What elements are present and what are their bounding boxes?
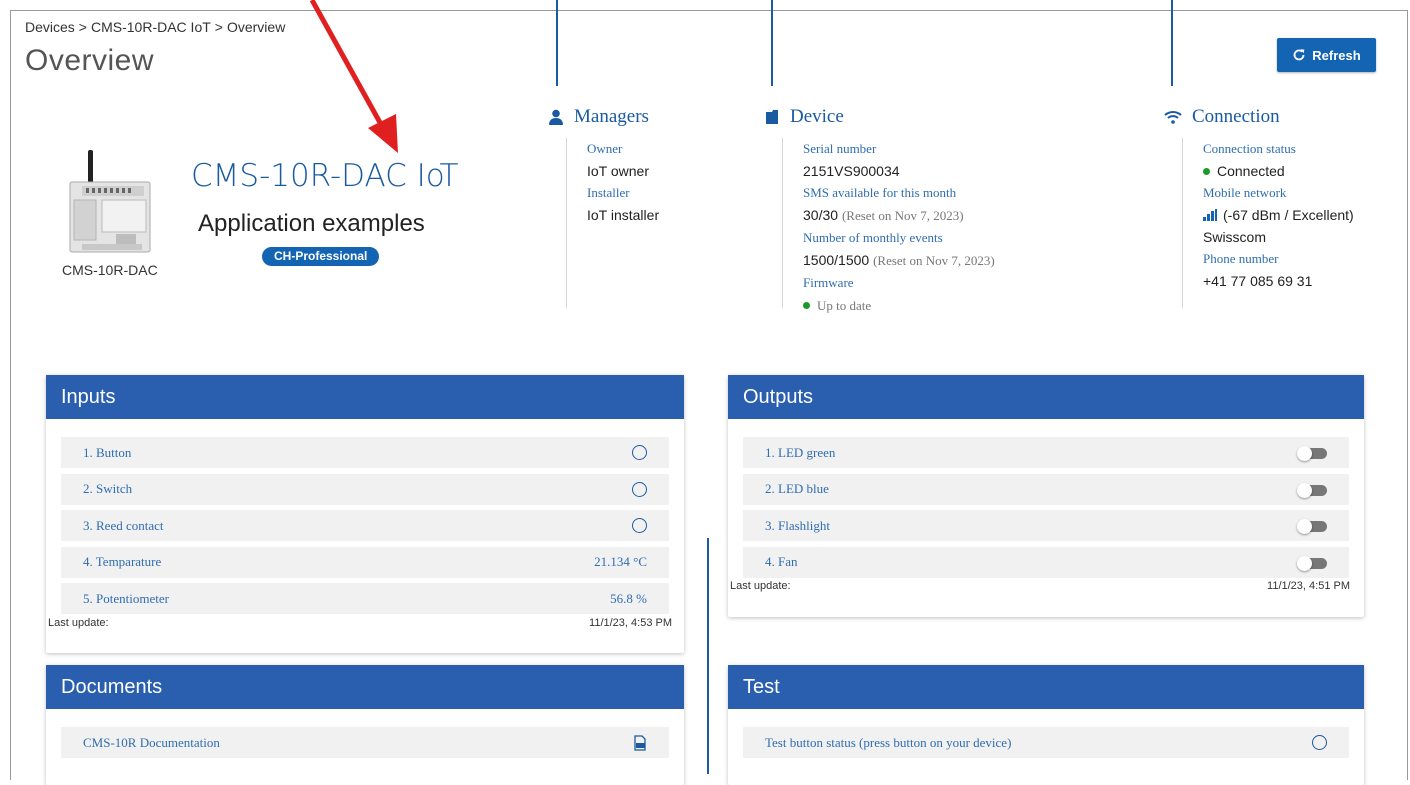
output-toggle[interactable] <box>1297 482 1327 498</box>
input-state-circle-icon <box>632 518 647 533</box>
refresh-label: Refresh <box>1312 47 1361 63</box>
breadcrumb-device[interactable]: CMS-10R-DAC IoT <box>91 19 211 35</box>
input-state-circle-icon <box>632 445 647 460</box>
events-label: Number of monthly events <box>803 230 943 245</box>
mobile-network-signal: (-67 dBm / Excellent) <box>1203 204 1354 226</box>
input-row: 5. Potentiometer 56.8 % <box>61 583 669 614</box>
owner-label: Owner <box>587 141 623 156</box>
firmware-value: Up to date <box>803 294 995 317</box>
input-value: 21.134 °C <box>594 554 647 569</box>
output-row: 1. LED green <box>743 437 1349 468</box>
device-section: Device Serial number 2151VS900034 SMS av… <box>764 106 995 313</box>
refresh-icon <box>1293 49 1305 61</box>
events-value: 1500/1500 (Reset on Nov 7, 2023) <box>803 252 995 268</box>
input-row: 2. Switch <box>61 473 669 505</box>
breadcrumb-separator: > <box>214 19 223 35</box>
breadcrumb-devices[interactable]: Devices <box>25 19 75 35</box>
outputs-title: Outputs <box>728 375 1364 419</box>
outputs-last-update: Last update: 11/1/23, 4:51 PM <box>730 580 1350 592</box>
serial-label: Serial number <box>803 141 877 156</box>
owner-value: IoT owner <box>587 163 649 179</box>
page-title: Overview <box>25 44 155 77</box>
phone-value: +41 77 085 69 31 <box>1203 273 1313 289</box>
output-row: 3. Flashlight <box>743 510 1349 541</box>
device-title: Device <box>790 106 844 127</box>
device-subtitle: Application examples <box>198 210 425 237</box>
output-row: 2. LED blue <box>743 473 1349 505</box>
connection-section: Connection Connection status Connected M… <box>1164 106 1354 308</box>
input-label: 5. Potentiometer <box>83 590 169 606</box>
pdf-icon[interactable] <box>633 734 647 751</box>
output-label: 2. LED blue <box>765 481 829 496</box>
managers-title: Managers <box>574 106 649 127</box>
test-panel: Test Test button status (press button on… <box>728 665 1364 785</box>
inputs-title: Inputs <box>46 375 684 419</box>
device-image-caption: CMS-10R-DAC <box>62 262 158 278</box>
input-state-circle-icon <box>632 481 647 497</box>
person-icon <box>549 109 563 125</box>
status-dot-icon <box>1203 168 1210 175</box>
signal-bars-icon <box>1203 209 1217 221</box>
serial-value: 2151VS900034 <box>803 163 900 179</box>
input-label: 3. Reed contact <box>83 517 164 533</box>
output-row: 4. Fan <box>743 546 1349 578</box>
status-dot-icon <box>803 302 810 309</box>
red-arrow-annotation <box>309 0 398 153</box>
output-toggle[interactable] <box>1297 519 1327 534</box>
refresh-button[interactable]: Refresh <box>1277 38 1376 72</box>
test-row: Test button status (press button on your… <box>743 727 1349 758</box>
breadcrumb-separator: > <box>78 19 87 35</box>
mobile-network-provider: Swisscom <box>1203 229 1267 245</box>
callout-line <box>556 0 558 86</box>
outputs-panel: Outputs 1. LED green 2. LED blue 3. Flas… <box>728 375 1364 617</box>
firmware-label: Firmware <box>803 275 854 290</box>
output-label: 1. LED green <box>765 444 836 460</box>
input-row: 3. Reed contact <box>61 510 669 541</box>
connection-title: Connection <box>1192 106 1280 127</box>
managers-section: Managers Owner IoT owner Installer IoT i… <box>548 106 659 308</box>
sms-label: SMS available for this month <box>803 185 957 200</box>
callout-line <box>771 0 773 86</box>
device-name: CMS-10R-DAC IoT <box>191 158 459 194</box>
document-link[interactable]: CMS-10R Documentation <box>83 735 220 751</box>
output-toggle[interactable] <box>1297 555 1327 571</box>
input-label: 4. Temparature <box>83 554 162 569</box>
phone-label: Phone number <box>1203 251 1279 266</box>
documents-panel: Documents CMS-10R Documentation <box>46 665 684 785</box>
mobile-network-label: Mobile network <box>1203 185 1287 200</box>
device-image <box>69 150 151 253</box>
output-label: 4. Fan <box>765 554 798 569</box>
plan-badge: CH-Professional <box>262 247 380 266</box>
sms-value: 30/30 (Reset on Nov 7, 2023) <box>803 207 964 223</box>
output-label: 3. Flashlight <box>765 517 831 533</box>
input-value: 56.8 % <box>610 590 647 606</box>
inputs-panel: Inputs 1. Button 2. Switch 3. Reed conta… <box>46 375 684 653</box>
callout-line <box>1171 0 1173 86</box>
breadcrumb-current: Overview <box>226 19 286 35</box>
device-icon <box>766 110 778 124</box>
test-label: Test button status (press button on your… <box>765 734 1012 750</box>
output-toggle[interactable] <box>1297 446 1327 461</box>
callout-line <box>707 538 709 774</box>
input-row: 1. Button <box>61 437 669 468</box>
breadcrumb: Devices > CMS-10R-DAC IoT > Overview <box>25 19 285 35</box>
document-row[interactable]: CMS-10R Documentation <box>61 727 669 758</box>
input-row: 4. Temparature 21.134 °C <box>61 546 669 578</box>
documents-title: Documents <box>46 665 684 709</box>
installer-label: Installer <box>587 185 630 200</box>
installer-value: IoT installer <box>587 207 660 223</box>
test-title: Test <box>728 665 1364 709</box>
connection-status-label: Connection status <box>1203 141 1296 156</box>
inputs-last-update: Last update: 11/1/23, 4:53 PM <box>48 616 672 629</box>
connection-status-value: Connected <box>1203 160 1354 182</box>
test-state-circle-icon <box>1312 735 1327 750</box>
wifi-icon <box>1164 111 1182 124</box>
input-label: 2. Switch <box>83 481 133 496</box>
input-label: 1. Button <box>83 444 132 460</box>
